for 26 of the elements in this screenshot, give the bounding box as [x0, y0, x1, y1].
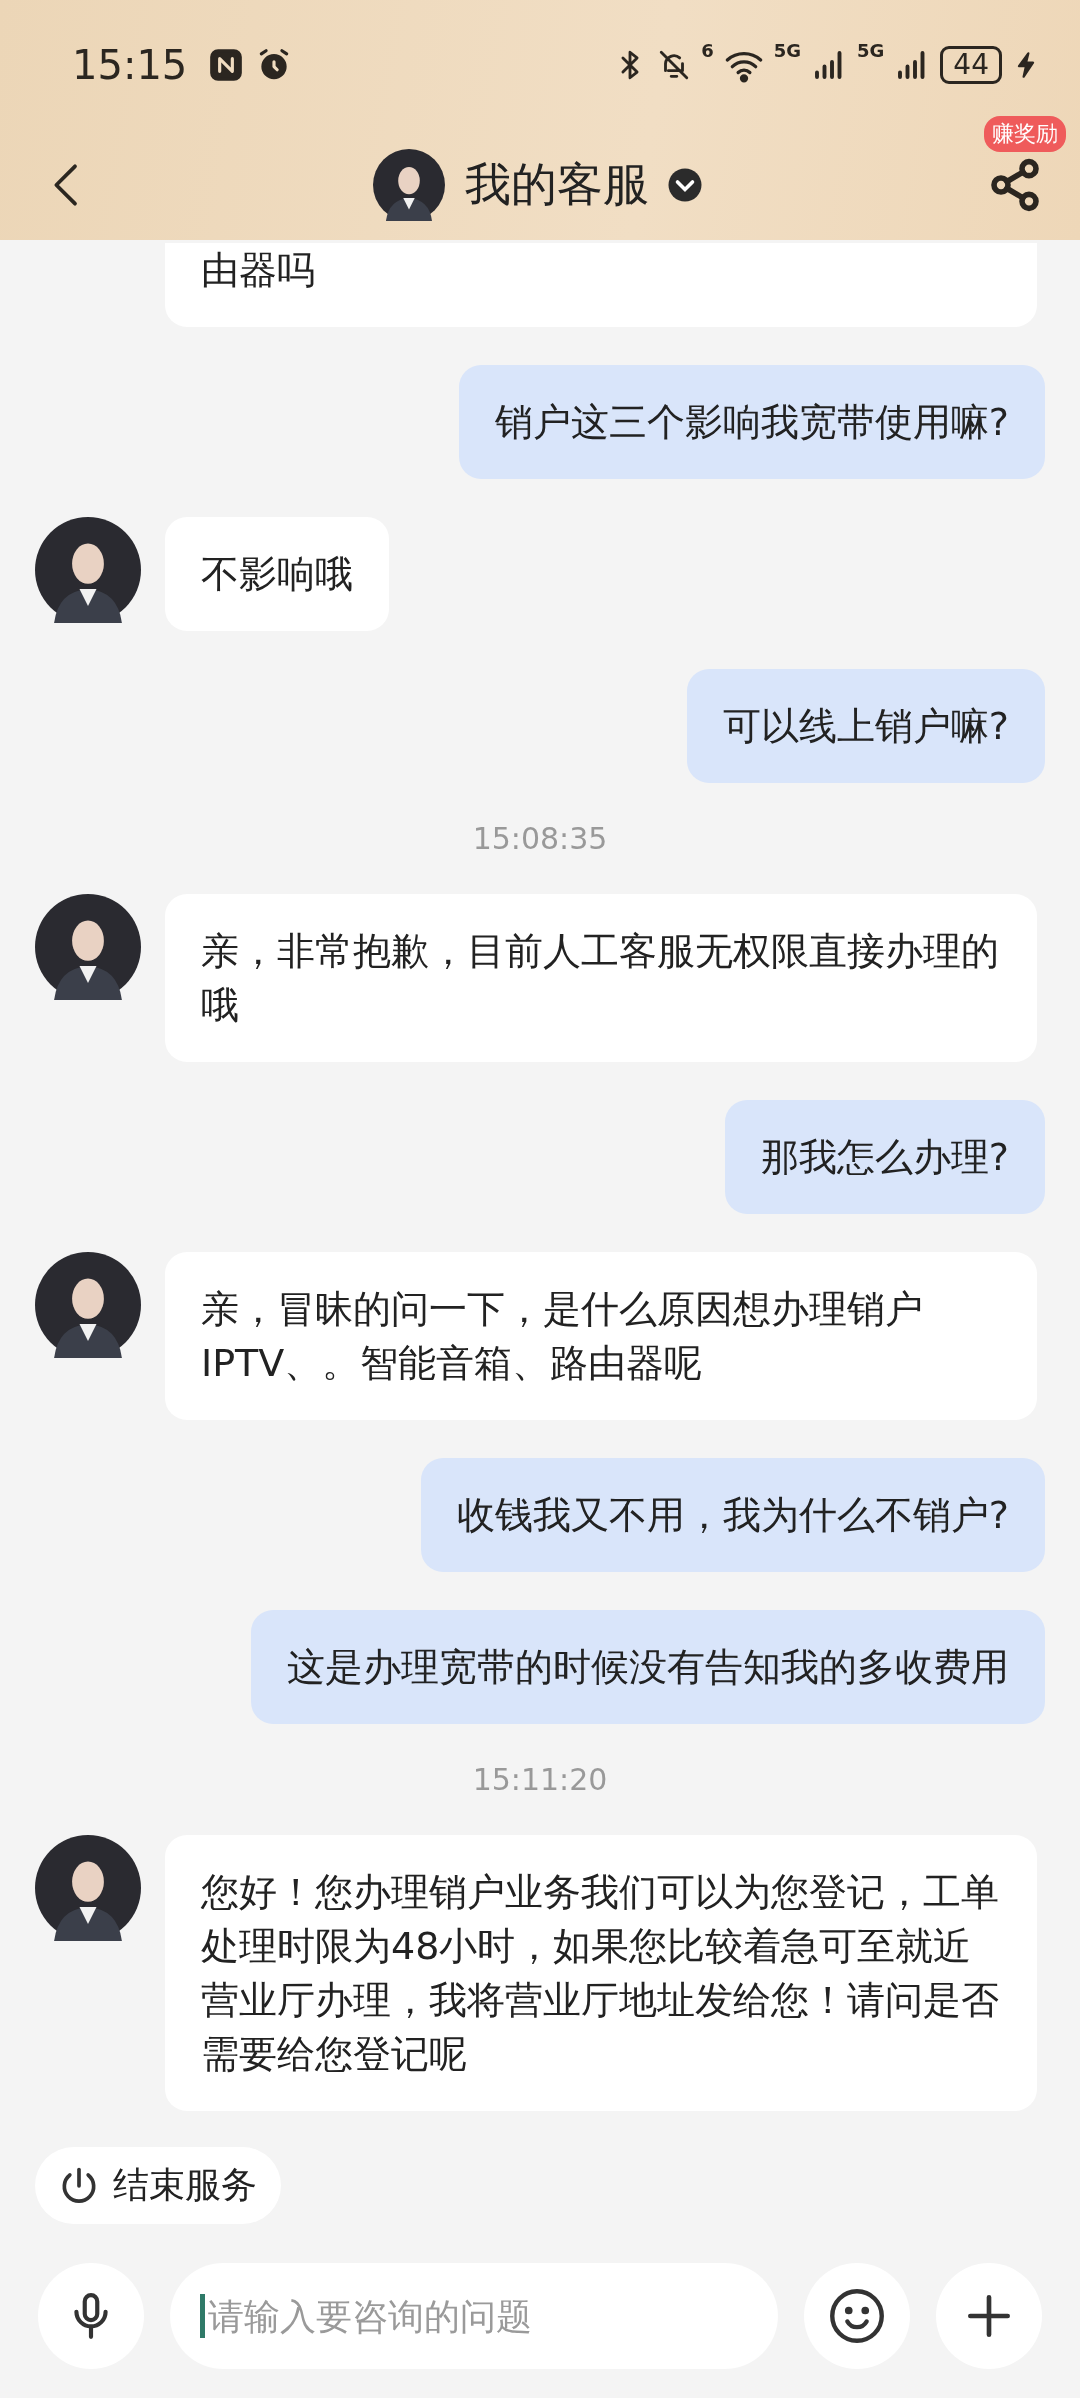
dropdown-icon[interactable] — [667, 167, 703, 203]
end-service-button[interactable]: 结束服务 — [35, 2147, 281, 2224]
user-message: 这是办理宽带的时候没有告知我的多收费用 — [251, 1610, 1045, 1724]
agent-message: 您好！您办理销户业务我们可以为您登记，工单处理时限为48小时，如果您比较着急可至就近营业厅办理，我将营业厅地址发给您！请问是否需要给您登记呢 — [165, 1835, 1037, 2111]
message-time: 15:11:20 — [471, 1762, 609, 1797]
message-time: 15:08:35 — [471, 821, 609, 856]
avatar-icon — [35, 894, 141, 1000]
message-input[interactable]: 请输入要咨询的问题 — [170, 2263, 778, 2369]
network-label: 5G — [857, 42, 885, 60]
agent-message: 由器吗 — [165, 243, 1037, 327]
user-message: 收钱我又不用，我为什么不销户? — [420, 1458, 1045, 1572]
agent-message: 亲，冒昧的问一下，是什么原因想办理销户IPTV、。智能音箱、路由器呢 — [165, 1252, 1037, 1420]
clock-time: 15:15 — [72, 42, 188, 88]
user-message: 销户这三个影响我宽带使用嘛? — [458, 365, 1045, 479]
avatar-icon — [35, 1252, 141, 1358]
agent-message: 不影响哦 — [165, 517, 389, 631]
user-message: 那我怎么办理? — [724, 1100, 1045, 1214]
avatar-icon — [35, 517, 141, 623]
agent-message: 亲，非常抱歉，目前人工客服无权限直接办理的哦 — [165, 894, 1037, 1062]
user-message: 可以线上销户嘛? — [686, 669, 1045, 783]
chat-title: 我的客服 — [465, 156, 649, 213]
avatar-icon — [373, 149, 445, 221]
avatar-icon — [35, 1835, 141, 1941]
network-label: 5G — [773, 42, 802, 60]
wifi-label: 6 — [701, 42, 714, 60]
battery-level: 44 — [940, 46, 1002, 84]
